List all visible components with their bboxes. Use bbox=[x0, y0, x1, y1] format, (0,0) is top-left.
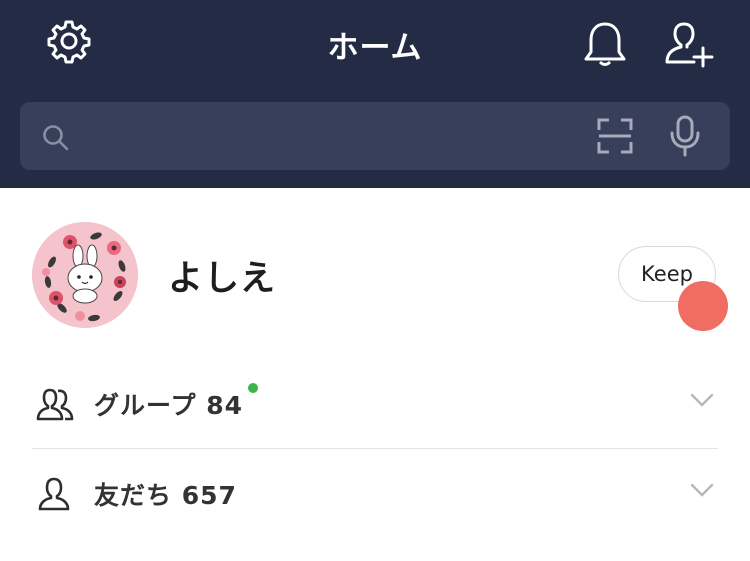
divider bbox=[32, 448, 718, 449]
group-icon bbox=[36, 386, 74, 426]
profile-section: よしえ Keep bbox=[0, 188, 750, 358]
scan-icon[interactable] bbox=[597, 118, 633, 158]
list-item-friends[interactable]: 友だち 657 bbox=[32, 450, 718, 538]
microphone-icon[interactable] bbox=[668, 115, 702, 161]
chevron-down-icon[interactable] bbox=[690, 482, 714, 501]
friends-label: 友だち 657 bbox=[94, 481, 237, 510]
list-item-groups[interactable]: グループ 84 bbox=[32, 360, 718, 448]
app-header: ホーム bbox=[0, 0, 750, 188]
groups-label: グループ 84 bbox=[94, 391, 243, 420]
profile-name: よしえ bbox=[168, 259, 277, 299]
friend-icon bbox=[38, 476, 70, 516]
add-friend-icon[interactable] bbox=[664, 20, 714, 72]
bunny-flower-wreath-icon bbox=[32, 222, 138, 328]
chevron-down-icon[interactable] bbox=[690, 392, 714, 411]
search-bar[interactable] bbox=[20, 102, 730, 170]
search-input[interactable] bbox=[100, 114, 584, 160]
search-icon bbox=[42, 124, 70, 156]
avatar[interactable] bbox=[32, 222, 138, 328]
bell-icon[interactable] bbox=[583, 20, 627, 72]
page-title: ホーム bbox=[327, 30, 423, 66]
new-badge bbox=[248, 383, 258, 393]
touch-indicator bbox=[678, 281, 728, 331]
